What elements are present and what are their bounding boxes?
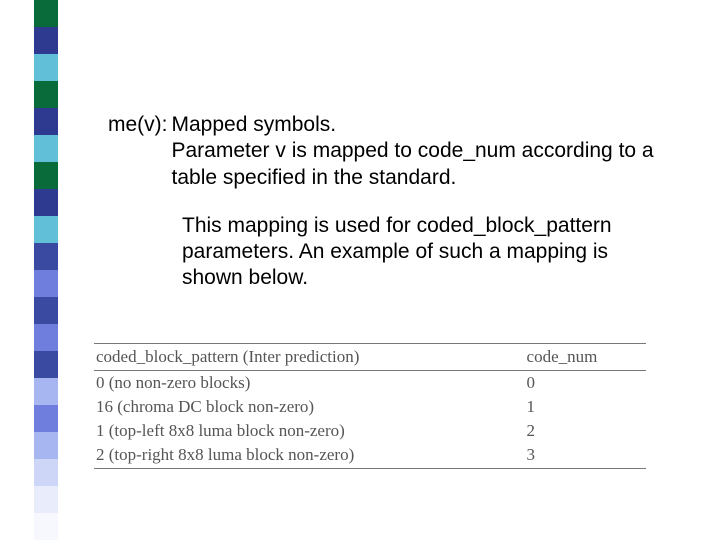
mapping-table: coded_block_pattern (Inter prediction) c… (94, 343, 646, 469)
definition-label: me(v): (108, 112, 168, 191)
body-text: me(v): Mapped symbols. Parameter v is ma… (108, 112, 668, 292)
table-row: 0 (no non-zero blocks) 0 (94, 371, 646, 396)
definition-body: Mapped symbols. Parameter v is mapped to… (168, 112, 669, 191)
stripe-seg (34, 378, 58, 405)
definition-block: me(v): Mapped symbols. Parameter v is ma… (108, 112, 668, 191)
paragraph-2: This mapping is used for coded_block_pat… (182, 213, 668, 292)
cell-right: 1 (525, 395, 646, 419)
table-row: 16 (chroma DC block non-zero) 1 (94, 395, 646, 419)
stripe-seg (34, 243, 58, 270)
definition-desc: Parameter v is mapped to code_num accord… (172, 138, 669, 191)
definition-line1: Mapped symbols. (172, 112, 669, 138)
slide: me(v): Mapped symbols. Parameter v is ma… (0, 0, 720, 540)
stripe-seg (34, 54, 58, 81)
table-header-left: coded_block_pattern (Inter prediction) (94, 344, 525, 371)
stripe-seg (34, 81, 58, 108)
stripe-seg (34, 405, 58, 432)
stripe-seg (34, 189, 58, 216)
stripe-seg (34, 27, 58, 54)
stripe-seg (34, 108, 58, 135)
stripe-seg (34, 162, 58, 189)
table-header-right: code_num (525, 344, 646, 371)
stripe-seg (34, 135, 58, 162)
table-row: 2 (top-right 8x8 luma block non-zero) 3 (94, 443, 646, 469)
stripe-seg (34, 486, 58, 513)
cell-right: 0 (525, 371, 646, 396)
stripe-seg (34, 216, 58, 243)
stripe-seg (34, 351, 58, 378)
cell-left: 0 (no non-zero blocks) (94, 371, 525, 396)
stripe-seg (34, 432, 58, 459)
table-row: 1 (top-left 8x8 luma block non-zero) 2 (94, 419, 646, 443)
cell-left: 1 (top-left 8x8 luma block non-zero) (94, 419, 525, 443)
stripe-seg (34, 297, 58, 324)
cell-left: 2 (top-right 8x8 luma block non-zero) (94, 443, 525, 469)
cell-right: 3 (525, 443, 646, 469)
stripe-seg (34, 270, 58, 297)
stripe-seg (34, 513, 58, 540)
stripe-seg (34, 0, 58, 27)
decorative-stripe (34, 0, 58, 540)
stripe-seg (34, 459, 58, 486)
cell-left: 16 (chroma DC block non-zero) (94, 395, 525, 419)
cell-right: 2 (525, 419, 646, 443)
stripe-seg (34, 324, 58, 351)
